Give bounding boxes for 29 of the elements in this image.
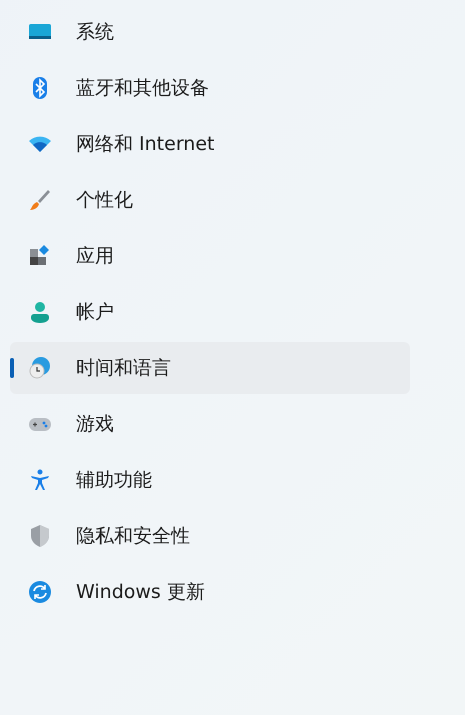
sidebar-item[interactable]: 帐户 [10,286,410,338]
item-label: 隐私和安全性 [76,524,190,549]
person-icon [28,300,52,324]
item-label: 帐户 [76,300,114,325]
sidebar-item[interactable]: 系统 [10,6,410,58]
sidebar-item[interactable]: 辅助功能 [10,454,410,506]
item-label: 辅助功能 [76,468,152,493]
sidebar-item[interactable]: 网络和 Internet [10,118,410,170]
item-label: 游戏 [76,412,114,437]
sidebar-item[interactable]: 隐私和安全性 [10,510,410,562]
sidebar-item[interactable]: 时间和语言 [10,342,410,394]
shield-icon [28,524,52,548]
item-label: 系统 [76,20,114,45]
sync-icon [28,580,52,604]
accessibility-icon [28,468,52,492]
sidebar-item[interactable]: 游戏 [10,398,410,450]
item-label: 应用 [76,244,114,269]
sidebar-item[interactable]: 应用 [10,230,410,282]
paintbrush-icon [28,188,52,212]
sidebar-item[interactable]: 蓝牙和其他设备 [10,62,410,114]
item-label: Windows 更新 [76,580,205,605]
apps-icon [28,244,52,268]
item-label: 网络和 Internet [76,132,214,157]
item-label: 时间和语言 [76,356,171,381]
item-label: 蓝牙和其他设备 [76,76,209,101]
globe-clock-icon [28,356,52,380]
sidebar-item[interactable]: Windows 更新 [10,566,410,618]
sidebar-item[interactable]: 个性化 [10,174,410,226]
item-label: 个性化 [76,188,133,213]
